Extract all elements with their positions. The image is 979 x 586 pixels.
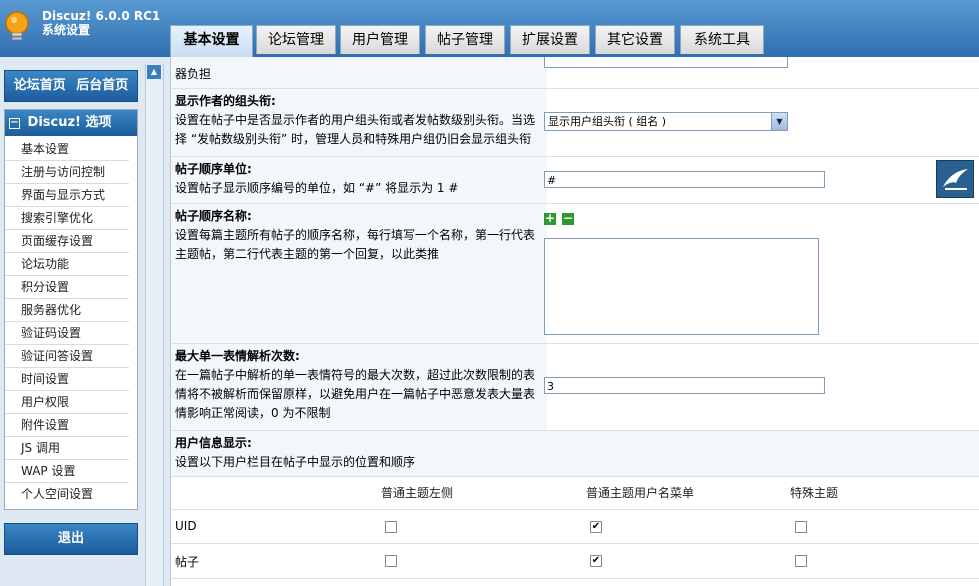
column-header: 特殊主题: [790, 486, 839, 500]
settings-panel: 器负担 显示作者的组头衔: 设置在帖子中是否显示作者的用户组头衔或者发帖数级别头…: [170, 57, 979, 586]
setting-desc: 设置帖子显示顺序编号的单位，如 “#” 将显示为 1 #: [175, 181, 459, 195]
post-names-textarea[interactable]: [544, 238, 819, 335]
sidebar-item-cache[interactable]: 页面缓存设置: [5, 230, 129, 253]
checkbox-uid-special[interactable]: [795, 521, 807, 533]
row-label: 最大单一表情解析次数: 在一篇帖子中解析的单一表情符号的最大次数，超过此次数限制…: [171, 344, 547, 430]
setting-desc: 设置每篇主题所有帖子的顺序名称，每行填写一个名称，第一行代表主题帖，第二行代表主…: [175, 228, 536, 261]
sidebar-item-captcha[interactable]: 验证码设置: [5, 322, 129, 345]
row-label: 用户信息显示: 设置以下用户栏目在帖子中显示的位置和顺序: [175, 434, 415, 472]
sidebar-item-qa[interactable]: 验证问答设置: [5, 345, 129, 368]
column-header: 普通主题左侧: [381, 486, 454, 500]
add-icon[interactable]: +: [544, 212, 556, 225]
checkbox-posts-special[interactable]: [795, 555, 807, 567]
menu-title: Discuz! 选项: [27, 115, 112, 130]
top-header: Discuz! 6.0.0 RC1 系统设置 基本设置 论坛管理 用户管理 帖子…: [0, 0, 979, 58]
tab-other-settings[interactable]: 其它设置: [595, 25, 675, 54]
forum-home-link[interactable]: 论坛首页: [14, 78, 66, 93]
row-label: 显示作者的组头衔: 设置在帖子中是否显示作者的用户组头衔或者发帖数级别头衔。当选…: [171, 89, 547, 156]
row-label: 帖子: [175, 555, 200, 569]
sidebar: 论坛首页 后台首页 − Discuz! 选项 基本设置 注册与访问控制 界面与显…: [0, 57, 143, 586]
scroll-up-icon[interactable]: ▲: [147, 65, 161, 79]
chevron-down-icon[interactable]: ▼: [771, 113, 787, 130]
sidebar-item-time[interactable]: 时间设置: [5, 368, 129, 391]
select-value: 显示用户组头衔 ( 组名 ): [548, 115, 667, 128]
sidebar-item-seo[interactable]: 搜索引擎优化: [5, 207, 129, 230]
tab-post-management[interactable]: 帖子管理: [425, 25, 505, 54]
partial-input[interactable]: [544, 57, 788, 68]
sidebar-item-register-access[interactable]: 注册与访问控制: [5, 161, 129, 184]
tab-basic-settings[interactable]: 基本设置: [170, 25, 253, 58]
setting-title: 帖子顺序单位:: [175, 162, 252, 176]
setting-desc: 设置以下用户栏目在帖子中显示的位置和顺序: [175, 455, 416, 469]
settings-row-post-names: 帖子顺序名称: 设置每篇主题所有帖子的顺序名称，每行填写一个名称，第一行代表主题…: [171, 204, 979, 344]
sidebar-item-credits[interactable]: 积分设置: [5, 276, 129, 299]
sidebar-item-attachments[interactable]: 附件设置: [5, 414, 129, 437]
checkbox-posts-left[interactable]: [385, 555, 397, 567]
bird-icon[interactable]: [936, 160, 974, 198]
settings-row-post-unit: 帖子顺序单位: 设置帖子显示顺序编号的单位，如 “#” 将显示为 1 # #: [171, 157, 979, 204]
userinfo-table-header: 普通主题左侧 普通主题用户名菜单 特殊主题: [171, 477, 979, 510]
sidebar-item-permissions[interactable]: 用户权限: [5, 391, 129, 414]
row-label: 帖子顺序名称: 设置每篇主题所有帖子的顺序名称，每行填写一个名称，第一行代表主题…: [171, 204, 547, 343]
post-unit-input[interactable]: #: [544, 171, 825, 188]
menu-list: 基本设置 注册与访问控制 界面与显示方式 搜索引擎优化 页面缓存设置 论坛功能 …: [5, 136, 137, 509]
setting-title: 用户信息显示:: [175, 436, 252, 450]
checkbox-uid-menu[interactable]: ✔: [590, 521, 602, 533]
row-label: UID: [175, 519, 197, 533]
sidebar-item-basic[interactable]: 基本设置: [5, 138, 129, 161]
sidebar-top-links: 论坛首页 后台首页: [4, 70, 138, 102]
table-row: UID ✔: [171, 510, 979, 544]
column-header: 普通主题用户名菜单: [586, 486, 695, 500]
sidebar-item-display[interactable]: 界面与显示方式: [5, 184, 129, 207]
admin-home-link[interactable]: 后台首页: [76, 78, 128, 93]
brand: Discuz! 6.0.0 RC1 系统设置: [42, 9, 160, 37]
tab-extension-settings[interactable]: 扩展设置: [510, 25, 590, 54]
tab-user-management[interactable]: 用户管理: [340, 25, 420, 54]
checkbox-posts-menu[interactable]: ✔: [590, 555, 602, 567]
settings-row-group-title: 显示作者的组头衔: 设置在帖子中是否显示作者的用户组头衔或者发帖数级别头衔。当选…: [171, 89, 979, 157]
remove-icon[interactable]: −: [562, 212, 574, 225]
smiley-max-input[interactable]: 3: [544, 377, 825, 394]
group-title-select[interactable]: 显示用户组头衔 ( 组名 ) ▼: [544, 112, 788, 131]
logout-button[interactable]: 退出: [4, 523, 138, 555]
setting-title: 帖子顺序名称:: [175, 209, 252, 223]
setting-title: 最大单一表情解析次数:: [175, 349, 300, 363]
settings-row-smiley-max: 最大单一表情解析次数: 在一篇帖子中解析的单一表情符号的最大次数，超过此次数限制…: [171, 344, 979, 431]
menu-header[interactable]: − Discuz! 选项: [5, 110, 137, 136]
collapse-icon[interactable]: −: [9, 118, 20, 129]
setting-desc: 在一篇帖子中解析的单一表情符号的最大次数，超过此次数限制的表情将不被解析而保留原…: [175, 368, 536, 420]
row-label: 器负担: [171, 57, 547, 88]
setting-desc: 设置在帖子中是否显示作者的用户组头衔或者发帖数级别头衔。当选择 “发帖数级别头衔…: [175, 113, 536, 146]
product-name: Discuz! 6.0.0 RC1: [42, 9, 161, 23]
bulb-logo-icon: [5, 11, 29, 41]
checkbox-uid-left[interactable]: [385, 521, 397, 533]
row-label: 帖子顺序单位: 设置帖子显示顺序编号的单位，如 “#” 将显示为 1 #: [171, 157, 547, 203]
settings-row-partial: 器负担: [171, 57, 979, 89]
settings-row-userinfo: 用户信息显示: 设置以下用户栏目在帖子中显示的位置和顺序: [171, 431, 979, 477]
sidebar-item-space[interactable]: 个人空间设置: [5, 483, 129, 505]
page-subtitle: 系统设置: [42, 23, 91, 37]
sidebar-item-forum-features[interactable]: 论坛功能: [5, 253, 129, 276]
sidebar-item-server[interactable]: 服务器优化: [5, 299, 129, 322]
frame-scroll-strip[interactable]: ▲: [145, 64, 164, 586]
row-desc-tail: 器负担: [175, 67, 212, 81]
tab-system-tools[interactable]: 系统工具: [680, 25, 764, 54]
sidebar-item-wap[interactable]: WAP 设置: [5, 460, 129, 483]
sidebar-item-js[interactable]: JS 调用: [5, 437, 129, 460]
tab-forum-management[interactable]: 论坛管理: [256, 25, 336, 54]
setting-title: 显示作者的组头衔:: [175, 94, 276, 108]
table-row: 帖子 ✔: [171, 544, 979, 579]
options-menu: − Discuz! 选项 基本设置 注册与访问控制 界面与显示方式 搜索引擎优化…: [4, 109, 138, 510]
